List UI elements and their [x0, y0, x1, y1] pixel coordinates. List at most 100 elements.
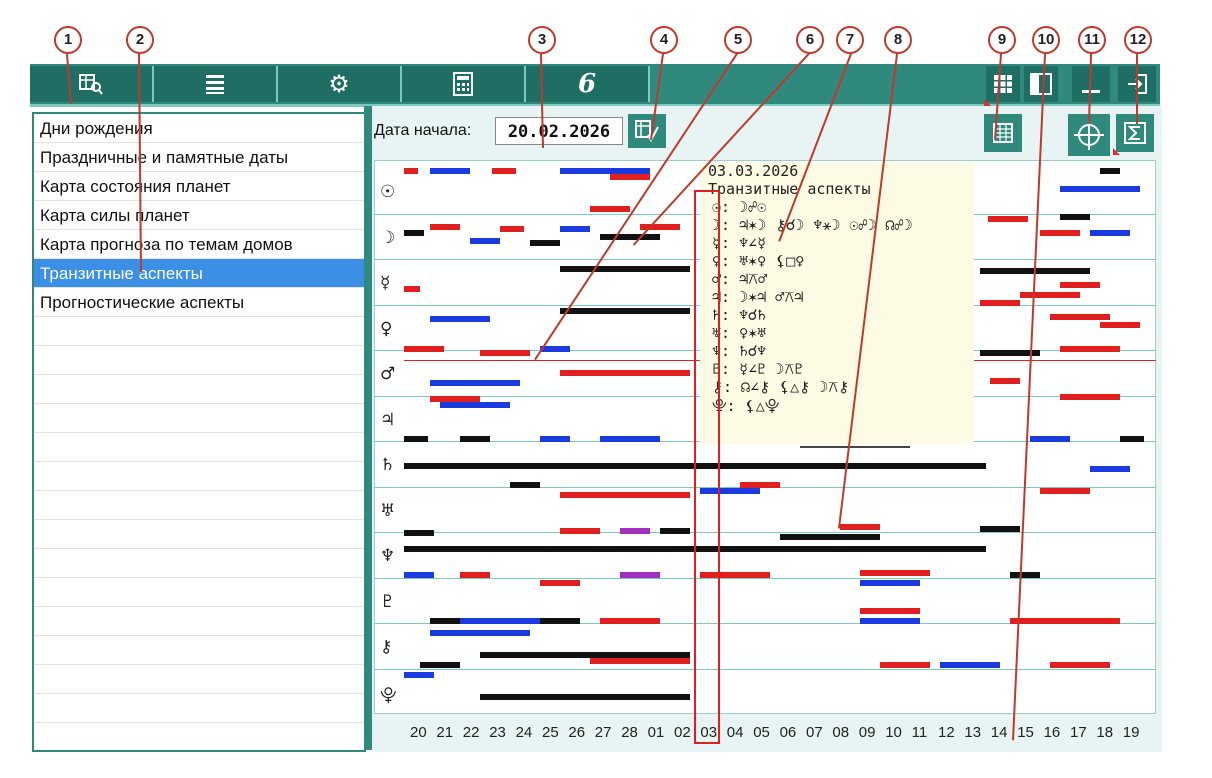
aspect-bar[interactable] — [980, 300, 1020, 306]
aspect-bar[interactable] — [480, 350, 530, 356]
aspect-bar[interactable] — [404, 672, 434, 678]
aspect-bar[interactable] — [590, 206, 630, 212]
planet-row-label: ♅ — [380, 500, 396, 521]
aspect-bar[interactable] — [492, 168, 516, 174]
aspect-bar[interactable] — [460, 436, 490, 442]
aspect-bar[interactable] — [600, 618, 660, 624]
aspect-bar[interactable] — [420, 662, 460, 668]
aspect-bar[interactable] — [1090, 466, 1130, 472]
aspect-bar[interactable] — [1100, 322, 1140, 328]
aspect-bar[interactable] — [440, 402, 510, 408]
sum-button[interactable] — [1113, 114, 1154, 155]
aspect-bar[interactable] — [404, 572, 434, 578]
aspect-bar[interactable] — [540, 618, 580, 624]
grid-view-button[interactable] — [984, 66, 1020, 106]
start-date-input[interactable]: 20.02.2026 — [495, 117, 623, 145]
aspect-bar[interactable] — [590, 658, 690, 664]
aspect-bar[interactable] — [430, 168, 470, 174]
list-item-transit-aspects[interactable]: Транзитные аспекты — [34, 259, 364, 288]
aspect-bar[interactable] — [540, 436, 570, 442]
aspect-bar[interactable] — [610, 174, 650, 180]
panel-divider[interactable] — [364, 106, 372, 750]
aspect-bar[interactable] — [600, 436, 660, 442]
list-item-holidays[interactable]: Праздничные и памятные даты — [34, 143, 364, 172]
aspect-bar[interactable] — [540, 580, 580, 586]
aspect-bar[interactable] — [560, 308, 690, 314]
aspect-bar[interactable] — [404, 168, 418, 174]
aspect-bar[interactable] — [470, 238, 500, 244]
aspect-bar[interactable] — [940, 662, 1000, 668]
aspect-bar[interactable] — [880, 662, 930, 668]
list-button[interactable] — [154, 66, 278, 102]
aspect-bar[interactable] — [430, 224, 460, 230]
aspect-bar[interactable] — [1020, 292, 1080, 298]
aspect-bar[interactable] — [1090, 230, 1130, 236]
aspect-bar[interactable] — [500, 226, 524, 232]
aspect-bar[interactable] — [560, 266, 690, 272]
date-picker-button[interactable] — [628, 114, 666, 148]
settings-button[interactable]: ⚙ — [278, 66, 402, 102]
aspect-bar[interactable] — [560, 528, 600, 534]
aspect-bar[interactable] — [1060, 346, 1120, 352]
aspect-bar[interactable] — [430, 630, 530, 636]
aspect-bar[interactable] — [740, 482, 780, 488]
aspect-bar[interactable] — [460, 572, 490, 578]
aspect-bar[interactable] — [1050, 314, 1110, 320]
list-item-prognostic-aspects[interactable]: Прогностические аспекты — [34, 288, 364, 317]
aspect-bar[interactable] — [404, 530, 434, 536]
chart-search-button[interactable] — [30, 66, 154, 102]
list-item-house-forecast-map[interactable]: Карта прогноза по темам домов — [34, 230, 364, 259]
aspect-bar[interactable] — [1040, 230, 1080, 236]
aspect-bar[interactable] — [1060, 214, 1090, 220]
aspect-bar[interactable] — [990, 378, 1020, 384]
aspect-bar[interactable] — [430, 380, 520, 386]
aspect-bar[interactable] — [620, 528, 650, 534]
aspect-bar[interactable] — [560, 226, 590, 232]
logo-button[interactable]: 6 — [526, 66, 650, 102]
aspect-bar[interactable] — [1060, 394, 1120, 400]
aspect-bar[interactable] — [430, 316, 490, 322]
aspect-bar[interactable] — [560, 492, 690, 498]
aspect-bar[interactable] — [980, 526, 1020, 532]
aspect-bar[interactable] — [460, 618, 540, 624]
aspect-bar[interactable] — [560, 370, 690, 376]
calculator-icon — [453, 72, 473, 96]
aspect-bar[interactable] — [660, 528, 690, 534]
table-view-button[interactable] — [984, 114, 1022, 152]
date-tick: 22 — [462, 724, 480, 741]
planet-row-label: ♄ — [380, 455, 396, 475]
list-item-birthdays[interactable]: Дни рождения — [34, 114, 364, 143]
aspect-bar[interactable] — [1010, 572, 1040, 578]
aspect-bar[interactable] — [480, 694, 690, 700]
aspect-bar[interactable] — [510, 482, 540, 488]
aspect-bar[interactable] — [620, 572, 660, 578]
aspect-bar[interactable] — [988, 216, 1028, 222]
aspect-bar[interactable] — [1060, 186, 1140, 192]
aspect-bar[interactable] — [600, 234, 660, 240]
aspect-bar[interactable] — [860, 570, 930, 576]
calculator-button[interactable] — [402, 66, 526, 102]
aspect-bar[interactable] — [404, 286, 420, 292]
aspect-bar[interactable] — [780, 534, 880, 540]
aspect-bar[interactable] — [404, 346, 444, 352]
aspect-bar[interactable] — [404, 436, 428, 442]
aspect-bar[interactable] — [530, 240, 560, 246]
aspect-bar[interactable] — [1050, 662, 1110, 668]
aspect-bar[interactable] — [1100, 168, 1120, 174]
planet-row-label: ⯓ — [380, 685, 397, 706]
aspect-bar[interactable] — [1060, 282, 1100, 288]
list-item-planet-strength-map[interactable]: Карта силы планет — [34, 201, 364, 230]
aspect-bar[interactable] — [1040, 488, 1090, 494]
aspect-bar[interactable] — [840, 524, 880, 530]
aspect-bar[interactable] — [860, 608, 920, 614]
tooltip-aspect-line: ☿: ♆∠☿ — [712, 234, 767, 252]
aspect-bar[interactable] — [1060, 618, 1120, 624]
aspect-bar[interactable] — [404, 230, 424, 236]
date-tick: 09 — [858, 724, 876, 741]
aspect-bar[interactable] — [1120, 436, 1144, 442]
aspect-bar[interactable] — [860, 618, 920, 624]
list-item-planet-state-map[interactable]: Карта состояния планет — [34, 172, 364, 201]
aspect-bar[interactable] — [860, 580, 920, 586]
aspect-bar[interactable] — [1030, 436, 1070, 442]
planet-row-label: ☉ — [380, 182, 396, 202]
